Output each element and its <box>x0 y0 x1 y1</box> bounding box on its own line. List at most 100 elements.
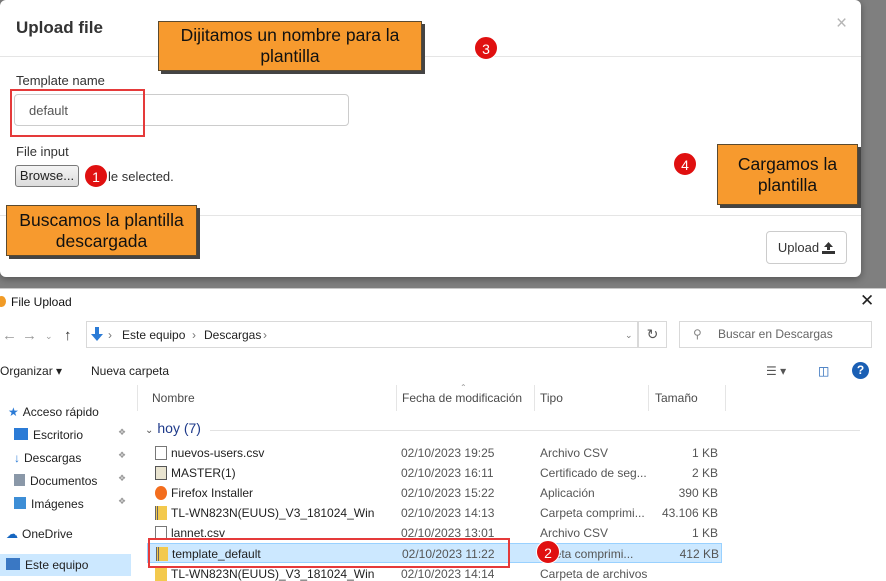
column-separator <box>396 385 397 411</box>
step-badge-1: 1 <box>84 164 108 188</box>
file-upload-dialog: File Upload ✕ ← → ⌄ ↑ › Este equipo › De… <box>0 288 886 581</box>
firefox-icon <box>0 296 6 307</box>
file-type: Certificado de seg... <box>540 466 647 480</box>
modal-title: Upload file <box>16 18 103 37</box>
upload-icon <box>822 242 836 254</box>
column-header-name[interactable]: Nombre <box>152 391 195 405</box>
address-bar[interactable]: › Este equipo › Descargas › ⌄ <box>86 321 638 348</box>
sidebar-item-onedrive[interactable]: ☁ OneDrive <box>0 523 131 545</box>
cloud-icon: ☁ <box>6 527 18 541</box>
new-folder-button[interactable]: Nueva carpeta <box>91 364 169 378</box>
sidebar-item-documents[interactable]: Documentos <box>0 470 131 492</box>
chevron-down-icon[interactable]: ⌄ <box>625 330 633 341</box>
search-input[interactable]: ⚲ Buscar en Descargas <box>679 321 872 348</box>
column-separator <box>725 385 726 411</box>
pictures-icon <box>14 497 26 509</box>
browse-button[interactable]: Browse... <box>15 165 79 187</box>
sidebar-item-quick-access[interactable]: ★ Acceso rápido <box>0 401 131 423</box>
note-template-name: Dijitamos un nombre para la plantilla <box>158 21 422 71</box>
sidebar-item-this-pc[interactable]: Este equipo <box>0 554 131 576</box>
help-icon[interactable]: ? <box>852 362 869 379</box>
file-name: TL-WN823N(EUUS)_V3_181024_Win <box>171 506 375 520</box>
sidebar-item-label: Documentos <box>30 474 98 488</box>
file-date: 02/10/2023 14:14 <box>401 567 495 581</box>
file-type: Aplicación <box>540 486 595 500</box>
organize-menu[interactable]: Organizar ▾ <box>0 364 62 378</box>
file-status-text: le selected. <box>108 169 174 184</box>
step-badge-2: 2 <box>536 540 560 564</box>
pin-icon: ❖ <box>118 450 127 460</box>
group-label: hoy (7) <box>157 420 201 436</box>
upload-button-label: Upload <box>777 240 820 255</box>
group-header-today[interactable]: ⌄ hoy (7) <box>145 420 201 436</box>
file-name: Firefox Installer <box>171 486 254 500</box>
chevron-down-icon: ⌄ <box>145 425 154 436</box>
forward-arrow-icon[interactable]: → <box>22 327 37 344</box>
column-header-size[interactable]: Tamaño <box>655 391 698 405</box>
breadcrumb-separator-icon: › <box>108 328 112 342</box>
dialog-title: File Upload <box>11 295 72 309</box>
download-arrow-icon <box>91 327 103 341</box>
zip-folder-icon <box>155 506 167 520</box>
pin-icon: ❖ <box>118 427 127 437</box>
template-name-label: Template name <box>16 73 105 88</box>
sidebar-item-label: Este equipo <box>25 558 89 572</box>
breadcrumb-item[interactable]: Descargas <box>204 328 261 342</box>
star-icon: ★ <box>8 405 19 419</box>
desktop-icon <box>14 428 28 440</box>
column-header-type[interactable]: Tipo <box>540 391 563 405</box>
sidebar-item-label: Descargas <box>24 451 82 465</box>
highlight-template-file <box>148 538 510 568</box>
upload-button[interactable]: Upload <box>766 231 847 264</box>
search-placeholder: Buscar en Descargas <box>718 327 833 341</box>
file-date: 02/10/2023 14:13 <box>401 506 495 520</box>
column-header-date[interactable]: Fecha de modificación <box>402 391 522 405</box>
highlight-template-name <box>10 89 145 137</box>
sidebar-item-label: Imágenes <box>31 497 84 511</box>
file-type: Archivo CSV <box>540 446 609 460</box>
breadcrumb-separator-icon: › <box>192 328 196 342</box>
sidebar-item-desktop[interactable]: Escritorio <box>0 424 131 446</box>
sidebar-item-label: Acceso rápido <box>22 405 99 419</box>
navigation-pane: ★ Acceso rápido Escritorio ↓ Descargas Doc… <box>0 387 136 581</box>
file-type: rpeta comprimi... <box>544 547 634 561</box>
breadcrumb-separator-icon: › <box>263 328 267 342</box>
close-icon[interactable]: × <box>836 14 847 33</box>
file-type: Carpeta comprimi... <box>540 506 645 520</box>
column-separator <box>648 385 649 411</box>
sort-indicator-icon: ⌃ <box>460 383 467 392</box>
chevron-down-icon[interactable]: ⌄ <box>45 331 53 342</box>
file-row[interactable]: MASTER(1) 02/10/2023 16:11 Certificado d… <box>147 463 722 483</box>
preview-pane-icon[interactable]: ◫ <box>818 364 829 378</box>
computer-icon <box>6 558 20 570</box>
sidebar-item-pictures[interactable]: Imágenes <box>0 493 131 515</box>
pin-icon: ❖ <box>118 473 127 483</box>
file-row[interactable]: Firefox Installer 02/10/2023 15:22 Aplic… <box>147 483 722 503</box>
file-size: 1 KB <box>691 526 718 540</box>
file-size: 412 KB <box>679 547 719 561</box>
download-icon: ↓ <box>14 451 20 465</box>
file-date: 02/10/2023 16:11 <box>401 466 494 480</box>
folder-icon <box>155 567 167 581</box>
view-options-icon[interactable]: ☰ ▾ <box>766 364 786 378</box>
refresh-icon[interactable]: ↻ <box>638 321 667 348</box>
file-name: MASTER(1) <box>171 466 236 480</box>
file-type: Archivo CSV <box>540 526 609 540</box>
file-size: 43.106 KB <box>661 506 718 520</box>
breadcrumb-item[interactable]: Este equipo <box>122 328 185 342</box>
firefox-icon <box>155 486 167 500</box>
file-date: 02/10/2023 15:22 <box>401 486 495 500</box>
note-upload: Cargamos la plantilla <box>717 144 858 205</box>
up-arrow-icon[interactable]: ↑ <box>64 327 72 344</box>
column-separator <box>534 385 535 411</box>
file-row[interactable]: nuevos-users.csv 02/10/2023 19:25 Archiv… <box>147 443 722 463</box>
dialog-close-icon[interactable]: ✕ <box>860 291 874 311</box>
file-row[interactable]: TL-WN823N(EUUS)_V3_181024_Win 02/10/2023… <box>147 503 722 523</box>
search-icon: ⚲ <box>693 327 702 341</box>
file-name: nuevos-users.csv <box>171 446 265 460</box>
file-date: 02/10/2023 19:25 <box>401 446 495 460</box>
file-size: 1 KB <box>691 446 718 460</box>
divider <box>0 56 861 57</box>
sidebar-item-downloads[interactable]: ↓ Descargas <box>0 447 131 469</box>
back-arrow-icon[interactable]: ← <box>2 327 17 344</box>
